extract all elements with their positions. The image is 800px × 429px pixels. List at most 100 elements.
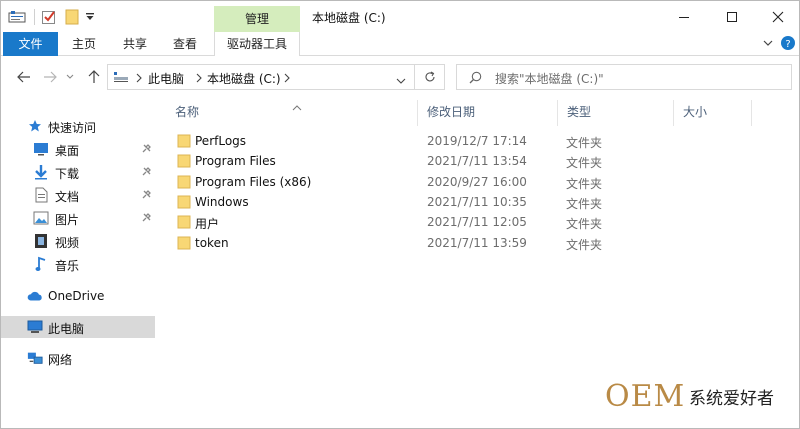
- up-button[interactable]: [85, 68, 103, 86]
- file-modified: 2021/7/11 10:35: [427, 195, 527, 209]
- file-type: 文件夹: [566, 238, 603, 252]
- navigation-pane: 快速访问 桌面 下载 文档 图片 视频 音乐 OneDrive 此电脑 网络: [1, 100, 161, 428]
- sidebar-item-desktop[interactable]: 桌面: [1, 138, 155, 160]
- search-placeholder: 搜索"本地磁盘 (C:)": [495, 72, 604, 86]
- sidebar-item-onedrive[interactable]: OneDrive: [1, 285, 155, 307]
- check-icon[interactable]: [41, 8, 57, 26]
- sidebar-item-label: 网络: [48, 353, 73, 367]
- column-header-name[interactable]: 名称: [175, 100, 199, 125]
- video-icon: [33, 233, 49, 249]
- cloud-icon: [27, 288, 43, 304]
- column-divider[interactable]: [417, 100, 418, 126]
- sidebar-item-network[interactable]: 网络: [1, 347, 155, 369]
- sidebar-item-label: 快速访问: [48, 121, 97, 135]
- column-divider[interactable]: [557, 100, 558, 126]
- title-bar: 管理 本地磁盘 (C:): [1, 1, 799, 32]
- address-bar[interactable]: 此电脑 本地磁盘 (C:): [107, 64, 415, 90]
- file-name: PerfLogs: [195, 134, 247, 148]
- chevron-down-icon[interactable]: [762, 37, 774, 52]
- minimize-button[interactable]: [661, 1, 707, 32]
- help-icon[interactable]: ?: [780, 35, 796, 54]
- sidebar-item-label: 音乐: [55, 259, 80, 273]
- maximize-button[interactable]: [709, 1, 755, 32]
- window-title: 本地磁盘 (C:): [312, 11, 386, 25]
- column-divider[interactable]: [673, 100, 674, 126]
- sort-ascending-icon: [292, 100, 302, 114]
- table-row[interactable]: 用户 2021/7/11 12:05 文件夹: [172, 212, 612, 232]
- manage-context-tab[interactable]: 管理: [214, 6, 300, 32]
- search-icon: [469, 71, 482, 87]
- tab-home[interactable]: 主页: [67, 32, 101, 56]
- breadcrumb-local-disk[interactable]: 本地磁盘 (C:): [207, 70, 281, 87]
- table-row[interactable]: PerfLogs 2019/12/7 17:14 文件夹: [172, 131, 612, 151]
- sidebar-item-label: 桌面: [55, 144, 80, 158]
- column-header-modified[interactable]: 修改日期: [427, 100, 475, 125]
- forward-button[interactable]: [41, 68, 59, 86]
- file-type: 文件夹: [566, 217, 603, 231]
- close-button[interactable]: [755, 1, 799, 32]
- sidebar-item-label: 下载: [55, 167, 80, 181]
- table-row[interactable]: token 2021/7/11 13:59 文件夹: [172, 233, 612, 253]
- sidebar-item-quick-access[interactable]: 快速访问: [1, 115, 155, 137]
- sidebar-item-music[interactable]: 音乐: [1, 253, 155, 275]
- this-pc-icon: [113, 71, 129, 86]
- sidebar-item-pictures[interactable]: 图片: [1, 207, 155, 229]
- network-icon: [27, 350, 43, 366]
- refresh-button[interactable]: [415, 64, 445, 90]
- new-folder-icon[interactable]: [65, 8, 79, 26]
- file-type: 文件夹: [566, 197, 603, 211]
- sidebar-item-label: 此电脑: [48, 322, 85, 336]
- ribbon-tabs: 文件 主页 共享 查看 驱动器工具 ?: [1, 32, 799, 57]
- breadcrumb-this-pc[interactable]: 此电脑: [148, 70, 184, 87]
- recent-locations-icon[interactable]: [64, 68, 76, 86]
- tab-drive-tools[interactable]: 驱动器工具: [214, 32, 300, 57]
- table-row[interactable]: Program Files 2021/7/11 13:54 文件夹: [172, 151, 612, 171]
- tab-share[interactable]: 共享: [118, 32, 152, 56]
- pin-icon[interactable]: [141, 143, 151, 157]
- pin-icon[interactable]: [141, 212, 151, 226]
- folder-icon: [177, 215, 191, 232]
- sidebar-item-documents[interactable]: 文档: [1, 184, 155, 206]
- table-row[interactable]: Program Files (x86) 2020/9/27 16:00 文件夹: [172, 172, 612, 192]
- file-type: 文件夹: [566, 156, 603, 170]
- folder-icon: [177, 134, 191, 151]
- music-icon: [33, 256, 49, 272]
- chevron-right-icon[interactable]: [135, 72, 143, 86]
- file-name: Program Files (x86): [195, 175, 312, 189]
- back-button[interactable]: [15, 68, 33, 86]
- pictures-icon: [33, 210, 49, 226]
- toolbar-separator: [34, 9, 35, 25]
- customize-dropdown-icon[interactable]: [85, 8, 95, 26]
- chevron-right-icon[interactable]: [195, 72, 203, 86]
- file-modified: 2021/7/11 12:05: [427, 215, 527, 229]
- properties-icon[interactable]: [8, 8, 26, 26]
- sidebar-item-label: 图片: [55, 213, 80, 227]
- file-modified: 2020/9/27 16:00: [427, 175, 527, 189]
- pin-icon[interactable]: [141, 166, 151, 180]
- chevron-right-icon[interactable]: [283, 72, 291, 86]
- desktop-icon: [33, 141, 49, 157]
- pin-icon[interactable]: [141, 189, 151, 203]
- column-divider[interactable]: [751, 100, 752, 126]
- folder-icon: [177, 175, 191, 192]
- sidebar-item-this-pc[interactable]: 此电脑: [1, 316, 155, 338]
- file-type: 文件夹: [566, 136, 603, 150]
- file-modified: 2021/7/11 13:54: [427, 154, 527, 168]
- folder-icon: [177, 154, 191, 171]
- address-history-dropdown-icon[interactable]: [396, 74, 406, 88]
- file-modified: 2021/7/11 13:59: [427, 236, 527, 250]
- table-row[interactable]: Windows 2021/7/11 10:35 文件夹: [172, 192, 612, 212]
- sidebar-item-downloads[interactable]: 下载: [1, 161, 155, 183]
- svg-text:?: ?: [785, 39, 790, 50]
- sidebar-item-label: 视频: [55, 236, 80, 250]
- search-box[interactable]: 搜索"本地磁盘 (C:)": [456, 64, 792, 90]
- tab-view[interactable]: 查看: [168, 32, 202, 56]
- column-header-type[interactable]: 类型: [567, 100, 591, 125]
- file-type: 文件夹: [566, 177, 603, 191]
- sidebar-item-label: 文档: [55, 190, 80, 204]
- watermark-text: 系统爱好者: [689, 389, 775, 409]
- sidebar-item-videos[interactable]: 视频: [1, 230, 155, 252]
- tab-file[interactable]: 文件: [3, 32, 58, 56]
- column-header-size[interactable]: 大小: [683, 100, 707, 125]
- computer-icon: [27, 319, 43, 335]
